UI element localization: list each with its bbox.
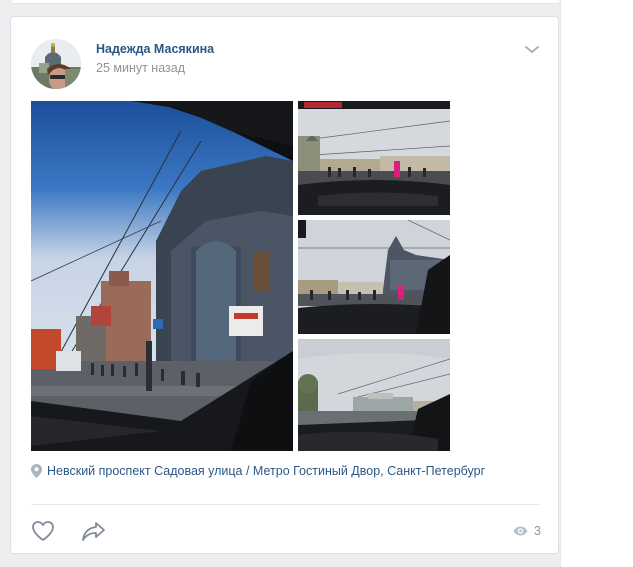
author-name[interactable]: Надежда Масякина (96, 42, 214, 56)
wall-post: Надежда Масякина 25 минут назад Невский … (10, 16, 559, 554)
chevron-down-icon[interactable] (523, 43, 541, 55)
eye-icon (513, 526, 528, 536)
post-location[interactable]: Невский проспект Садовая улица / Метро Г… (31, 463, 485, 479)
location-label[interactable]: Невский проспект Садовая улица / Метро Г… (47, 464, 485, 478)
right-column-background (560, 0, 633, 567)
photo-side-2[interactable] (298, 220, 450, 334)
photo-main[interactable] (31, 101, 293, 451)
map-pin-icon (31, 464, 42, 478)
right-column-border (560, 0, 561, 567)
avatar[interactable] (31, 39, 81, 89)
views-counter: 3 (513, 524, 541, 538)
views-count: 3 (534, 524, 541, 538)
previous-post-card-edge (10, 0, 561, 4)
heart-icon (32, 521, 54, 541)
post-time[interactable]: 25 минут назад (96, 61, 185, 75)
share-arrow-icon (82, 522, 105, 541)
share-button[interactable] (81, 520, 107, 542)
like-button[interactable] (31, 520, 55, 542)
divider (31, 504, 540, 505)
photo-side-3[interactable] (298, 339, 450, 451)
photo-side-1[interactable] (298, 101, 450, 215)
